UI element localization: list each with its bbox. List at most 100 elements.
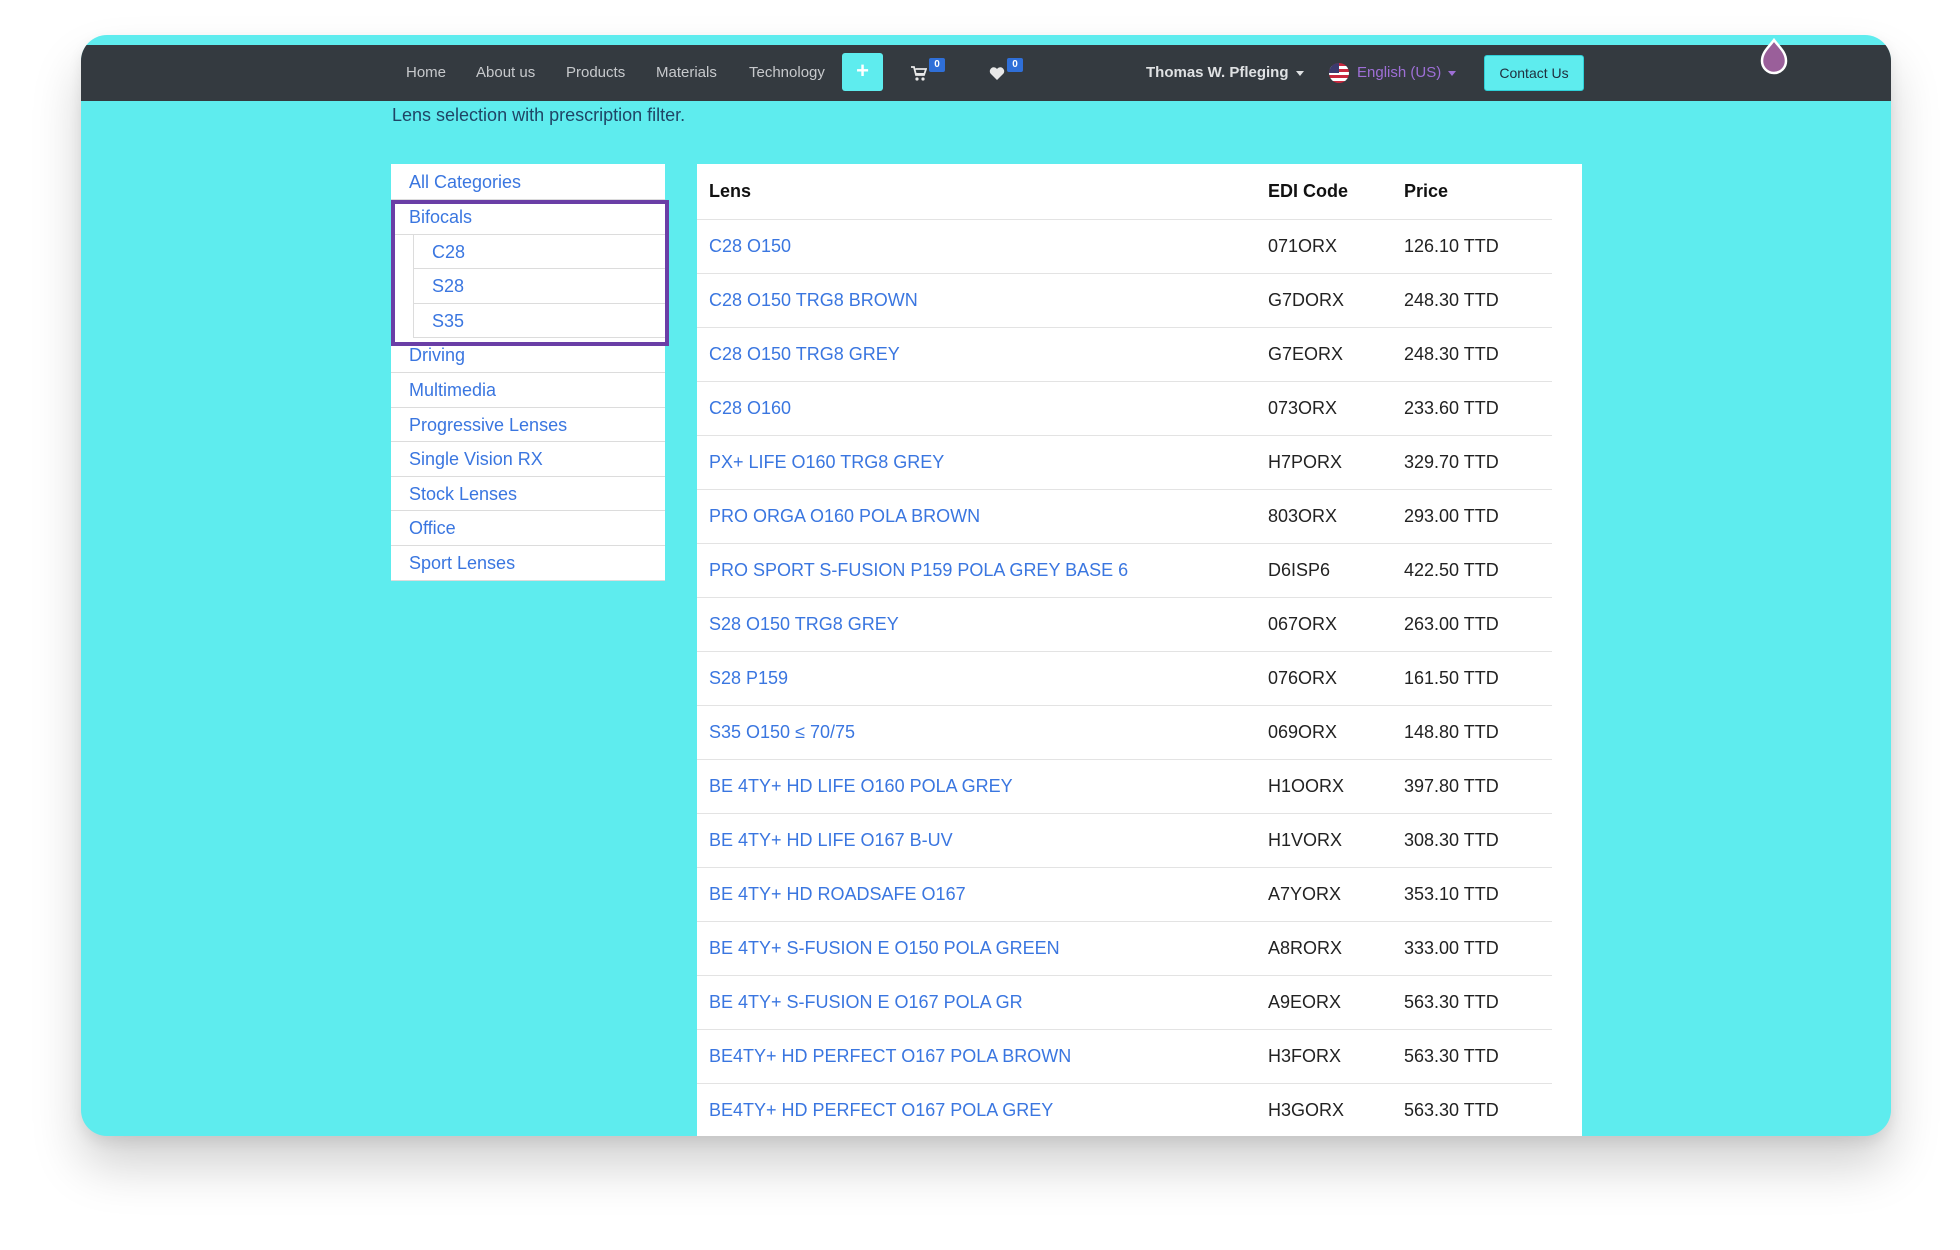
category-single-vision-rx[interactable]: Single Vision RX [391, 442, 665, 477]
nav-home[interactable]: Home [406, 45, 446, 101]
heart-icon [989, 67, 1005, 80]
caret-down-icon [1295, 70, 1304, 76]
page-subtitle: Lens selection with prescription filter. [392, 105, 686, 125]
lens-link[interactable]: C28 O160 [697, 381, 1256, 436]
top-navbar: Home About us Products Materials Technol… [81, 45, 1891, 101]
lens-link[interactable]: C28 O150 [697, 219, 1256, 274]
category-driving[interactable]: Driving [391, 338, 665, 373]
table-header-row: Lens EDI Code Price [697, 164, 1552, 220]
edi-code: 803ORX [1256, 489, 1392, 544]
edi-code: G7EORX [1256, 327, 1392, 382]
price: 263.00 TTD [1392, 597, 1552, 652]
nav-materials[interactable]: Materials [656, 45, 717, 101]
edi-code: H1OORX [1256, 759, 1392, 814]
category-list: All Categories Bifocals C28 S28 S35 Driv… [391, 164, 665, 581]
lens-table-panel: Lens EDI Code Price C28 O150 071ORX 126.10… [697, 164, 1582, 1136]
wishlist-button[interactable]: 0 [989, 58, 1025, 84]
category-stock-lenses[interactable]: Stock Lenses [391, 477, 665, 512]
language-label: English (US) [1357, 64, 1442, 81]
table-row: BE 4TY+ HD LIFE O167 B-UV H1VORX 308.30 TT… [697, 813, 1552, 868]
lens-link[interactable]: BE4TY+ HD PERFECT O167 POLA GREY [697, 1083, 1256, 1136]
lens-table: Lens EDI Code Price C28 O150 071ORX 126.10… [697, 164, 1552, 1136]
price: 563.30 TTD [1392, 1083, 1552, 1136]
table-row: BE4TY+ HD PERFECT O167 POLA BROWN H3FORX 5… [697, 1029, 1552, 1084]
price: 248.30 TTD [1392, 273, 1552, 328]
category-sport-lenses[interactable]: Sport Lenses [391, 546, 665, 581]
lens-link[interactable]: S35 O150 ≤ 70/75 [697, 705, 1256, 760]
lens-link[interactable]: BE 4TY+ S-FUSION E O167 POLA GR [697, 975, 1256, 1030]
user-menu[interactable]: Thomas W. Pfleging [1146, 45, 1304, 101]
category-bifocals-s28[interactable]: S28 [413, 269, 665, 304]
language-menu[interactable]: English (US) [1329, 45, 1457, 101]
add-button[interactable]: + [842, 53, 883, 91]
nav-about-us[interactable]: About us [476, 45, 535, 101]
lens-link[interactable]: PX+ LIFE O160 TRG8 GREY [697, 435, 1256, 490]
price: 148.80 TTD [1392, 705, 1552, 760]
column-header-edi-code: EDI Code [1256, 164, 1392, 220]
app-window: Home About us Products Materials Technol… [81, 35, 1891, 1136]
nav-technology[interactable]: Technology [749, 45, 825, 101]
table-row: C28 O150 TRG8 GREY G7EORX 248.30 TTD [697, 327, 1552, 382]
drop-icon[interactable] [1757, 35, 1791, 78]
nav-products[interactable]: Products [566, 45, 625, 101]
table-row: S35 O150 ≤ 70/75 069ORX 148.80 TTD [697, 705, 1552, 760]
column-header-lens: Lens [697, 164, 1256, 220]
lens-link[interactable]: PRO ORGA O160 POLA BROWN [697, 489, 1256, 544]
lens-link[interactable]: C28 O150 TRG8 GREY [697, 327, 1256, 382]
lens-link[interactable]: S28 P159 [697, 651, 1256, 706]
lens-link[interactable]: PRO SPORT S-FUSION P159 POLA GREY BASE 6 [697, 543, 1256, 598]
price: 248.30 TTD [1392, 327, 1552, 382]
edi-code: H7PORX [1256, 435, 1392, 490]
table-row: BE4TY+ HD PERFECT O167 POLA GREY H3GORX 56… [697, 1083, 1552, 1136]
table-row: PX+ LIFE O160 TRG8 GREY H7PORX 329.70 TTD [697, 435, 1552, 490]
table-row: PRO SPORT S-FUSION P159 POLA GREY BASE 6… [697, 543, 1552, 598]
edi-code: 073ORX [1256, 381, 1392, 436]
category-progressive-lenses[interactable]: Progressive Lenses [391, 408, 665, 443]
lens-link[interactable]: C28 O150 TRG8 BROWN [697, 273, 1256, 328]
lens-link[interactable]: BE4TY+ HD PERFECT O167 POLA BROWN [697, 1029, 1256, 1084]
category-bifocals[interactable]: Bifocals [391, 200, 665, 235]
lens-link[interactable]: S28 O150 TRG8 GREY [697, 597, 1256, 652]
edi-code: G7DORX [1256, 273, 1392, 328]
price: 563.30 TTD [1392, 975, 1552, 1030]
cart-count-badge: 0 [929, 58, 945, 72]
edi-code: A7YORX [1256, 867, 1392, 922]
edi-code: A9EORX [1256, 975, 1392, 1030]
cart-button[interactable]: 0 [911, 58, 947, 84]
lens-link[interactable]: BE 4TY+ HD LIFE O160 POLA GREY [697, 759, 1256, 814]
plus-icon: + [856, 58, 869, 83]
price: 233.60 TTD [1392, 381, 1552, 436]
contact-us-button[interactable]: Contact Us [1484, 55, 1584, 91]
lens-link[interactable]: BE 4TY+ HD LIFE O167 B-UV [697, 813, 1256, 868]
caret-down-icon [1448, 70, 1457, 76]
edi-code: H3GORX [1256, 1083, 1392, 1136]
category-office[interactable]: Office [391, 511, 665, 546]
price: 161.50 TTD [1392, 651, 1552, 706]
edi-code: 076ORX [1256, 651, 1392, 706]
lens-link[interactable]: BE 4TY+ S-FUSION E O150 POLA GREEN [697, 921, 1256, 976]
edi-code: D6ISP6 [1256, 543, 1392, 598]
price: 422.50 TTD [1392, 543, 1552, 598]
category-all[interactable]: All Categories [391, 164, 665, 200]
table-row: BE 4TY+ S-FUSION E O167 POLA GR A9EORX 563… [697, 975, 1552, 1030]
category-bifocals-c28[interactable]: C28 [413, 234, 665, 270]
price: 397.80 TTD [1392, 759, 1552, 814]
table-row: C28 O160 073ORX 233.60 TTD [697, 381, 1552, 436]
price: 333.00 TTD [1392, 921, 1552, 976]
lens-link[interactable]: BE 4TY+ HD ROADSAFE O167 [697, 867, 1256, 922]
table-row: S28 O150 TRG8 GREY 067ORX 263.00 TTD [697, 597, 1552, 652]
cart-icon [911, 66, 927, 81]
edi-code: H1VORX [1256, 813, 1392, 868]
table-row: C28 O150 071ORX 126.10 TTD [697, 219, 1552, 274]
price: 126.10 TTD [1392, 219, 1552, 274]
column-header-price: Price [1392, 164, 1552, 220]
price: 329.70 TTD [1392, 435, 1552, 490]
table-row: BE 4TY+ HD ROADSAFE O167 A7YORX 353.10 TTD [697, 867, 1552, 922]
table-row: PRO ORGA O160 POLA BROWN 803ORX 293.00 TTD [697, 489, 1552, 544]
price: 293.00 TTD [1392, 489, 1552, 544]
edi-code: 069ORX [1256, 705, 1392, 760]
wishlist-count-badge: 0 [1007, 58, 1023, 72]
category-multimedia[interactable]: Multimedia [391, 373, 665, 408]
table-row: BE 4TY+ HD LIFE O160 POLA GREY H1OORX 397.… [697, 759, 1552, 814]
category-bifocals-s35[interactable]: S35 [413, 303, 665, 339]
